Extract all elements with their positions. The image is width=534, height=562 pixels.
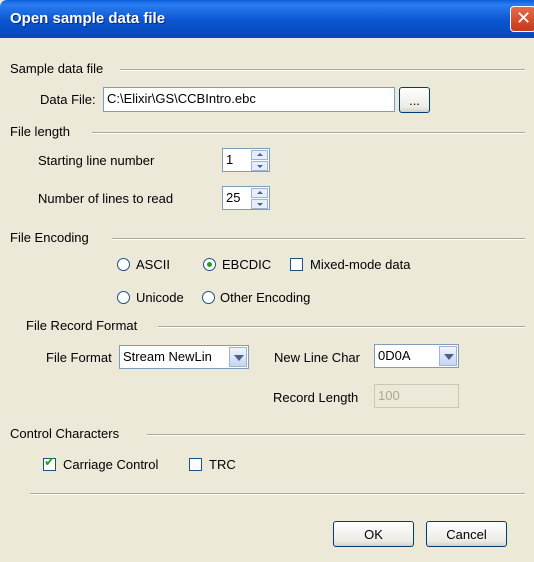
- separator: [158, 326, 525, 328]
- trc-checkbox[interactable]: [189, 458, 202, 471]
- dialog-window: Open sample data file ✕ Sample data file…: [0, 0, 534, 562]
- carriage-control-checkbox[interactable]: ✔: [43, 455, 56, 471]
- lines-to-read-label: Number of lines to read: [38, 191, 174, 206]
- ok-button[interactable]: OK: [333, 521, 414, 547]
- record-length-label: Record Length: [273, 390, 359, 405]
- separator: [112, 238, 525, 240]
- radio-other-encoding-label: Other Encoding: [220, 290, 311, 305]
- separator: [120, 69, 525, 71]
- title-bar: Open sample data file ✕: [0, 0, 534, 38]
- starting-line-label: Starting line number: [38, 153, 155, 168]
- dialog-title: Open sample data file: [10, 10, 166, 27]
- section-control-characters: Control Characters: [10, 426, 120, 441]
- spin-down-icon[interactable]: [251, 199, 268, 209]
- spin-down-icon[interactable]: [251, 161, 268, 171]
- starting-line-spinner[interactable]: [251, 150, 268, 171]
- cancel-button[interactable]: Cancel: [426, 521, 507, 547]
- separator: [147, 434, 525, 436]
- spin-up-icon[interactable]: [251, 188, 268, 198]
- separator: [30, 493, 525, 495]
- browse-button-label: ...: [409, 93, 420, 108]
- radio-unicode[interactable]: [117, 291, 130, 304]
- file-format-dropdown-icon[interactable]: [229, 347, 247, 367]
- new-line-char-dropdown-icon[interactable]: [439, 346, 457, 366]
- carriage-control-label: Carriage Control: [63, 457, 159, 472]
- cancel-button-label: Cancel: [446, 527, 487, 542]
- lines-to-read-spinner[interactable]: [251, 188, 268, 209]
- close-button[interactable]: ✕: [510, 6, 534, 32]
- section-sample-data-file: Sample data file: [10, 61, 104, 76]
- radio-other-encoding[interactable]: [202, 291, 215, 304]
- ok-button-label: OK: [364, 527, 383, 542]
- close-icon: ✕: [516, 8, 532, 29]
- radio-ascii-label: ASCII: [136, 257, 170, 272]
- mixed-mode-label: Mixed-mode data: [310, 257, 411, 272]
- browse-button[interactable]: ...: [399, 87, 430, 113]
- data-file-label: Data File:: [40, 92, 96, 107]
- section-file-record-format: File Record Format: [26, 318, 138, 333]
- radio-unicode-label: Unicode: [136, 290, 184, 305]
- radio-ebcdic-label: EBCDIC: [222, 257, 272, 272]
- new-line-char-label: New Line Char: [274, 350, 360, 365]
- section-file-encoding: File Encoding: [10, 230, 89, 245]
- radio-ascii[interactable]: [117, 258, 130, 271]
- checkmark-icon: ✔: [44, 455, 55, 470]
- spin-up-icon[interactable]: [251, 150, 268, 160]
- radio-ebcdic[interactable]: [203, 258, 216, 271]
- separator: [92, 132, 525, 134]
- file-format-label: File Format: [46, 350, 112, 365]
- section-file-length: File length: [10, 124, 70, 139]
- trc-label: TRC: [209, 457, 236, 472]
- data-file-input[interactable]: C:\Elixir\GS\CCBIntro.ebc: [103, 87, 395, 112]
- mixed-mode-checkbox[interactable]: [290, 258, 303, 271]
- record-length-input: 100: [374, 384, 459, 408]
